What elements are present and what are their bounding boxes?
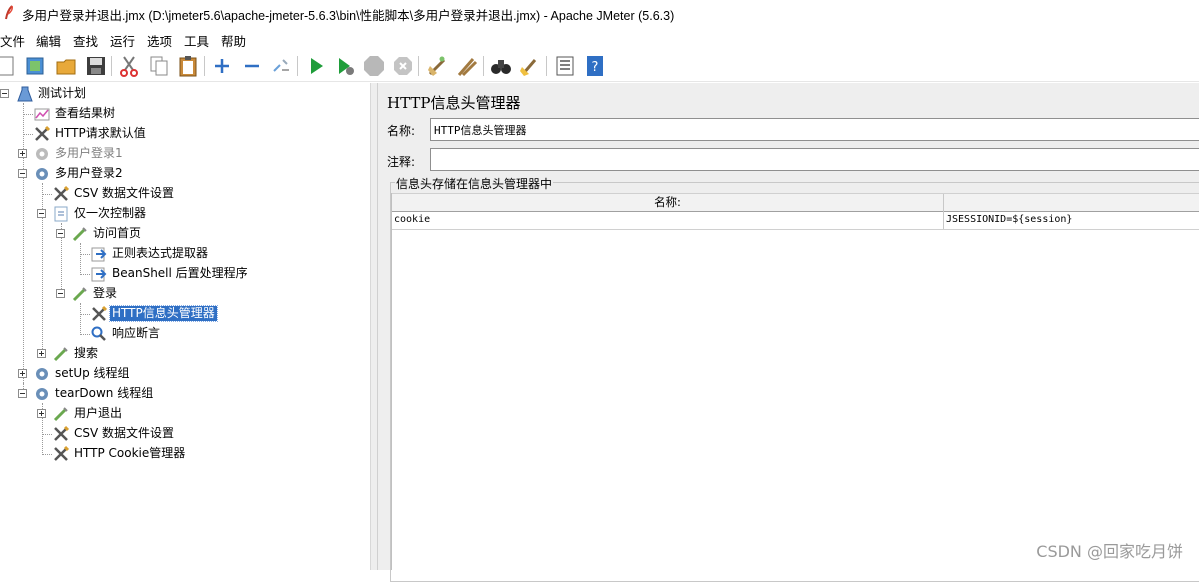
column-header-name[interactable]: 名称: [392,194,944,212]
sampler-icon [53,347,68,362]
sampler-icon [53,407,68,422]
thread-group-icon [36,388,48,400]
menu-file[interactable]: 文件 [0,31,25,50]
jmeter-feather-icon [5,5,13,20]
test-plan-tree[interactable]: 测试计划 查看结果树 HTTP请求默认值 多用户登录1 多用户登录2 CSV 数… [0,83,370,570]
menu-edit[interactable]: 编辑 [36,31,61,50]
reset-search-icon[interactable] [518,54,542,78]
comment-field[interactable] [430,148,1199,171]
comment-label: 注释: [387,155,416,169]
toolbar-separator [111,56,112,76]
assertion-icon [91,326,106,341]
save-icon[interactable] [84,54,108,78]
clear-icon[interactable] [425,54,449,78]
tree-expand-toggle[interactable] [37,349,46,358]
name-label: 名称: [387,124,416,138]
toolbar-separator [483,56,484,76]
tree-connector [80,314,90,315]
search-icon[interactable] [489,54,513,78]
tree-connector [42,434,52,435]
tree-collapse-toggle[interactable] [18,389,27,398]
toolbar-separator [204,56,205,76]
header-value-cell[interactable]: JSESSIONID=${session} [944,212,1199,229]
table-header: 名称: [392,193,1199,212]
tree-collapse-toggle[interactable] [37,209,46,218]
config-icon [54,445,70,461]
window-title: 多用户登录并退出.jmx (D:\jmeter5.6\apache-jmeter… [22,9,675,23]
post-processor-icon [91,267,107,282]
test-plan-icon [17,86,33,102]
menu-run[interactable]: 运行 [110,31,135,50]
sampler-icon [72,287,87,302]
menu-help[interactable]: 帮助 [221,31,246,50]
config-icon [92,305,108,321]
watermark: CSDN @回家吃月饼 [1036,542,1183,561]
tree-collapse-toggle[interactable] [0,89,9,98]
header-name-cell[interactable]: cookie [392,212,944,229]
start-icon[interactable] [304,54,328,78]
collapse-icon[interactable] [240,54,264,78]
post-processor-icon [91,247,107,262]
tree-expand-toggle[interactable] [37,409,46,418]
new-icon[interactable] [0,54,18,78]
sampler-icon [72,227,87,242]
tree-connector [80,334,90,335]
help-icon[interactable]: ? [583,54,607,78]
svg-text:?: ? [592,60,599,75]
shutdown-icon[interactable] [391,54,415,78]
tree-connector [23,134,33,135]
expand-icon[interactable] [210,54,234,78]
tree-expand-toggle[interactable] [18,369,27,378]
config-icon [54,425,70,441]
thread-group-icon [36,148,48,160]
tree-connector [42,194,52,195]
headers-group-title: 信息头存储在信息头管理器中 [395,175,554,192]
menu-tools[interactable]: 工具 [184,31,209,50]
tree-connector [42,454,52,455]
listener-icon [34,108,50,121]
menu-options[interactable]: 选项 [147,31,172,50]
toolbar-separator [418,56,419,76]
copy-icon[interactable] [147,54,171,78]
tree-connector [23,103,24,395]
toggle-icon[interactable] [269,54,293,78]
panel-title: HTTP信息头管理器 [387,94,521,112]
table-row[interactable]: cookie JSESSIONID=${session} [392,212,1199,230]
tree-connector [80,243,81,275]
menu-bar: 文件 编辑 查找 运行 选项 工具 帮助 [0,28,1199,49]
tree-connector [23,114,33,115]
config-icon [35,125,51,141]
tree-connector [80,254,90,255]
paste-icon[interactable] [176,54,200,78]
cut-icon[interactable] [117,54,141,78]
clear-all-icon[interactable] [455,54,479,78]
tree-expand-toggle[interactable] [18,149,27,158]
controller-icon [54,206,68,222]
tree-connector [80,274,90,275]
tree-collapse-toggle[interactable] [18,169,27,178]
thread-group-icon [36,368,48,380]
column-header-value[interactable] [944,194,1199,212]
templates-icon[interactable] [24,54,48,78]
menu-search[interactable]: 查找 [73,31,98,50]
name-field[interactable]: HTTP信息头管理器 [430,118,1199,141]
stop-icon[interactable] [362,54,386,78]
toolbar-separator [546,56,547,76]
function-helper-icon[interactable] [553,54,577,78]
element-editor: HTTP信息头管理器 名称: HTTP信息头管理器 注释: 信息头存储在信息头管… [378,83,1199,582]
tree-connector [80,303,81,335]
title-bar: 多用户登录并退出.jmx (D:\jmeter5.6\apache-jmeter… [0,0,1199,27]
tree-collapse-toggle[interactable] [56,289,65,298]
pane-splitter[interactable] [370,83,378,570]
thread-group-icon [36,168,48,180]
toolbar: ? [0,50,1199,82]
headers-table[interactable]: 名称: cookie JSESSIONID=${session} [391,193,1199,570]
start-no-pause-icon[interactable] [333,54,357,78]
tree-collapse-toggle[interactable] [56,229,65,238]
toolbar-separator [297,56,298,76]
config-icon [54,185,70,201]
open-icon[interactable] [54,54,78,78]
